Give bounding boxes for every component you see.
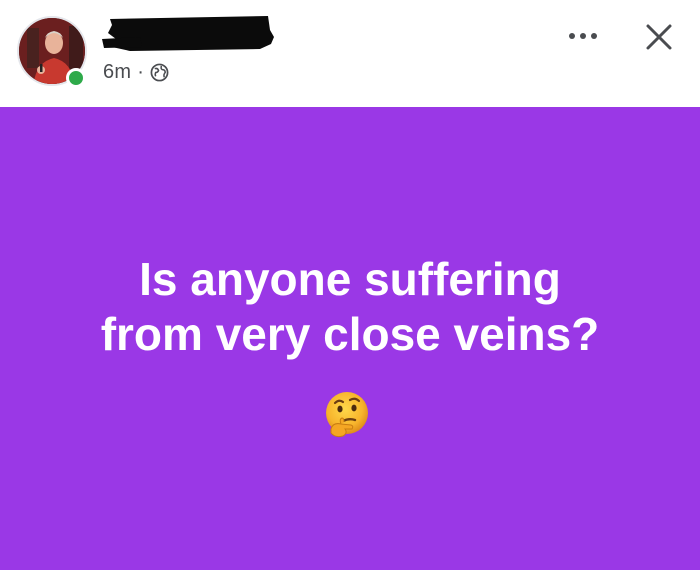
meta-separator: · — [137, 61, 144, 83]
more-options-icon — [569, 33, 597, 39]
post-text-line: from very close veins? — [100, 308, 600, 360]
author-name-redacted — [102, 16, 274, 51]
globe-icon[interactable] — [150, 63, 169, 82]
post-timestamp[interactable]: 6m — [103, 61, 131, 84]
online-status-dot — [66, 68, 86, 88]
thinking-face-icon — [321, 389, 373, 441]
close-icon — [646, 24, 672, 50]
close-button[interactable] — [640, 18, 678, 56]
post-text: Is anyone suffering from very close vein… — [0, 252, 700, 362]
more-options-button[interactable] — [566, 24, 600, 48]
author-avatar[interactable] — [17, 16, 91, 90]
post-text-line: Is anyone suffering — [139, 253, 561, 305]
post-header: 6m · — [0, 0, 700, 107]
post-meta: 6m · — [103, 60, 169, 84]
